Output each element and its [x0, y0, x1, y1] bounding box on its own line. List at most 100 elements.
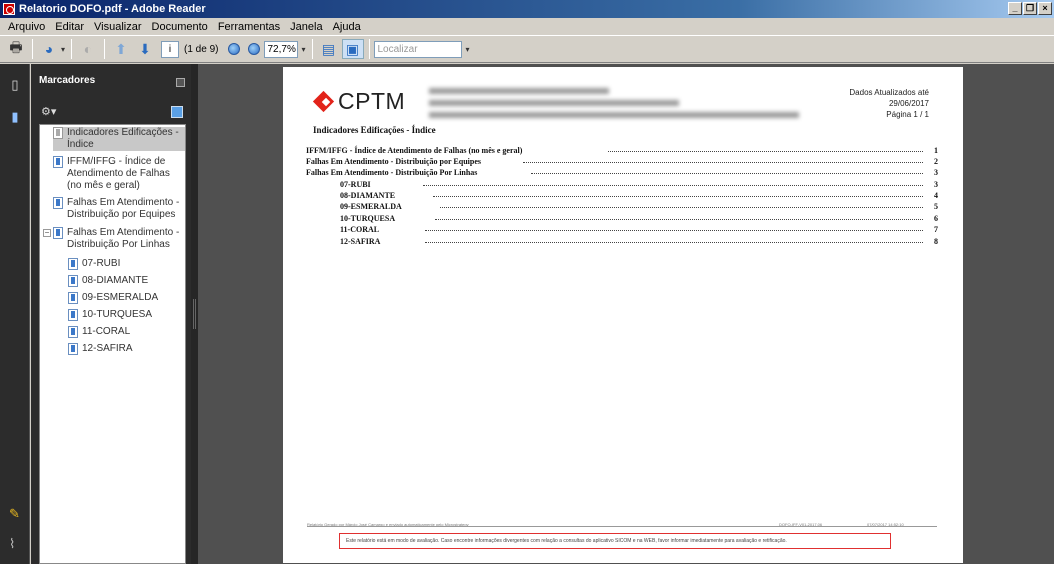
- window-title: Relatorio DOFO.pdf - Adobe Reader: [19, 3, 206, 15]
- chevron-down-icon[interactable]: ▾: [301, 45, 305, 54]
- toc-entry[interactable]: 12-SAFIRA: [340, 237, 380, 246]
- cptm-logo: CPTM: [313, 88, 405, 115]
- new-bookmark-icon[interactable]: [171, 106, 183, 118]
- toc-entry[interactable]: 09-ESMERALDA: [340, 202, 402, 211]
- bookmark-label: 09-ESMERALDA: [82, 292, 159, 303]
- page-number-input[interactable]: i: [161, 40, 180, 58]
- bookmark-icon: [68, 343, 78, 355]
- bookmark-item[interactable]: 07-RUBI: [68, 258, 120, 270]
- toc-page: 4: [934, 191, 938, 200]
- toolbar-separator: [104, 39, 106, 59]
- cptm-logo-mark: [313, 91, 335, 113]
- bookmark-item[interactable]: 12-SAFIRA: [68, 343, 133, 355]
- bookmark-item[interactable]: Falhas Em Atendimento - Distribuição Por…: [53, 227, 185, 251]
- chevron-down-icon[interactable]: ▾: [466, 45, 470, 54]
- toolbar-separator: [71, 39, 73, 59]
- bookmark-item[interactable]: 09-ESMERALDA: [68, 292, 158, 304]
- bookmark-item[interactable]: IFFM/IFFG - Índice de Atendimento de Fal…: [53, 156, 185, 192]
- toc-page: 3: [934, 180, 938, 189]
- toc-leader: [523, 162, 923, 163]
- updated-label: Dados Atualizados até: [849, 88, 929, 97]
- bookmark-item[interactable]: 08-DIAMANTE: [68, 275, 148, 287]
- toc-entry[interactable]: 10-TURQUESA: [340, 214, 395, 223]
- toc-page: 2: [934, 157, 938, 166]
- print-icon[interactable]: 🖶: [5, 39, 27, 59]
- toc-entry[interactable]: IFFM/IFFG - Índice de Atendimento de Fal…: [306, 146, 522, 155]
- fit-width-icon[interactable]: ▤: [318, 39, 340, 59]
- document-view[interactable]: CPTM Dados Atualizados até 29/06/2017 Pá…: [198, 64, 1054, 564]
- toc-page: 6: [934, 214, 938, 223]
- toc-label: Falhas Em Atendimento - Distribuição Por…: [306, 168, 478, 177]
- toc-leader: [423, 185, 923, 186]
- back-icon[interactable]: ◐: [77, 39, 99, 59]
- bookmark-item[interactable]: Indicadores Edificações - Índice: [53, 127, 185, 151]
- pages-icon[interactable]: ▯: [9, 77, 21, 92]
- bookmark-item[interactable]: 11-CORAL: [68, 326, 130, 338]
- close-button[interactable]: ×: [1038, 2, 1052, 15]
- toolbar-separator: [368, 39, 370, 59]
- toc-page: 8: [934, 237, 938, 246]
- comments-icon[interactable]: ✎: [9, 506, 20, 522]
- menu-ajuda[interactable]: Ajuda: [328, 21, 366, 33]
- panel-title: Marcadores: [39, 75, 96, 86]
- page-indicator: Página 1 / 1: [886, 110, 929, 119]
- zoom-level-select[interactable]: 72,7%: [264, 40, 299, 58]
- toolbar: 🖶 ◕ ▾ ◐ ⬆ ⬇ i (1 de 9) 72,7% ▾ ▤ ▣ Local…: [0, 35, 1054, 63]
- toc-entry[interactable]: 08-DIAMANTE: [340, 191, 395, 200]
- menu-janela[interactable]: Janela: [285, 21, 327, 33]
- toc-leader: [440, 207, 923, 208]
- menu-documento[interactable]: Documento: [147, 21, 213, 33]
- collaborate-icon[interactable]: ◕: [38, 39, 60, 59]
- document-title: Indicadores Edificações - Índice: [313, 125, 436, 135]
- bookmark-label: 11-CORAL: [82, 326, 131, 337]
- toc-entry[interactable]: 11-CORAL: [340, 225, 379, 234]
- pdf-page: CPTM Dados Atualizados até 29/06/2017 Pá…: [283, 67, 963, 563]
- menu-arquivo[interactable]: Arquivo: [3, 21, 50, 33]
- navigation-pane: ▯ ▮ ✎ ⌇: [0, 64, 30, 564]
- toc-label: IFFM/IFFG - Índice de Atendimento de Fal…: [306, 146, 523, 155]
- panel-toolbar: ⚙▾: [31, 102, 191, 124]
- toc-entry[interactable]: Falhas Em Atendimento - Distribuição Por…: [306, 168, 477, 177]
- toc-page: 5: [934, 202, 938, 211]
- updated-date: 29/06/2017: [888, 99, 929, 108]
- bookmark-icon: [68, 258, 78, 270]
- header-info: Dados Atualizados até 29/06/2017 Página …: [849, 87, 929, 120]
- menu-editar[interactable]: Editar: [50, 21, 89, 33]
- restore-button[interactable]: ❐: [1023, 2, 1037, 15]
- toc-label: 11-CORAL: [340, 225, 380, 234]
- collapse-icon[interactable]: −: [43, 229, 51, 237]
- toc-leader: [425, 230, 923, 231]
- menu-bar: Arquivo Editar Visualizar Documento Ferr…: [0, 18, 1054, 35]
- attachments-icon[interactable]: ⌇: [9, 536, 15, 552]
- chevron-down-icon[interactable]: ▾: [61, 45, 65, 54]
- toc-entry[interactable]: Falhas Em Atendimento - Distribuição por…: [306, 157, 481, 166]
- bookmark-icon: [68, 292, 78, 304]
- bookmark-label: 08-DIAMANTE: [82, 275, 149, 286]
- zoom-out-icon[interactable]: [228, 43, 241, 55]
- bookmark-label: Indicadores Edificações - Índice: [67, 127, 179, 150]
- bookmark-item[interactable]: 10-TURQUESA: [68, 309, 152, 321]
- toolbar-separator: [32, 39, 33, 59]
- menu-ferramentas[interactable]: Ferramentas: [213, 21, 285, 33]
- bookmark-item[interactable]: Falhas Em Atendimento - Distribuição por…: [53, 197, 185, 221]
- toc-entry[interactable]: 07-RUBI: [340, 180, 371, 189]
- panel-splitter[interactable]: [191, 64, 198, 564]
- bookmark-icon: [68, 326, 78, 338]
- toc-label: 10-TURQUESA: [340, 214, 396, 223]
- bookmarks-icon[interactable]: ▮: [9, 109, 21, 124]
- search-input[interactable]: Localizar: [373, 40, 462, 58]
- minimize-button[interactable]: _: [1008, 2, 1022, 15]
- previous-page-icon[interactable]: ⬆: [110, 39, 132, 59]
- menu-visualizar[interactable]: Visualizar: [89, 21, 147, 33]
- zoom-in-icon[interactable]: [248, 43, 261, 55]
- bookmark-label: IFFM/IFFG - Índice de Atendimento de Fal…: [67, 156, 170, 191]
- options-icon[interactable]: ⚙▾: [41, 105, 56, 118]
- splitter-grip[interactable]: [193, 299, 196, 329]
- redacted-text: [429, 100, 679, 106]
- close-panel-icon[interactable]: [176, 78, 185, 87]
- panel-header: Marcadores: [31, 64, 191, 102]
- toc-label: Falhas Em Atendimento - Distribuição por…: [306, 157, 481, 166]
- fit-page-icon[interactable]: ▣: [341, 39, 364, 59]
- next-page-icon[interactable]: ⬇: [134, 39, 156, 59]
- toc-label: 07-RUBI: [340, 180, 371, 189]
